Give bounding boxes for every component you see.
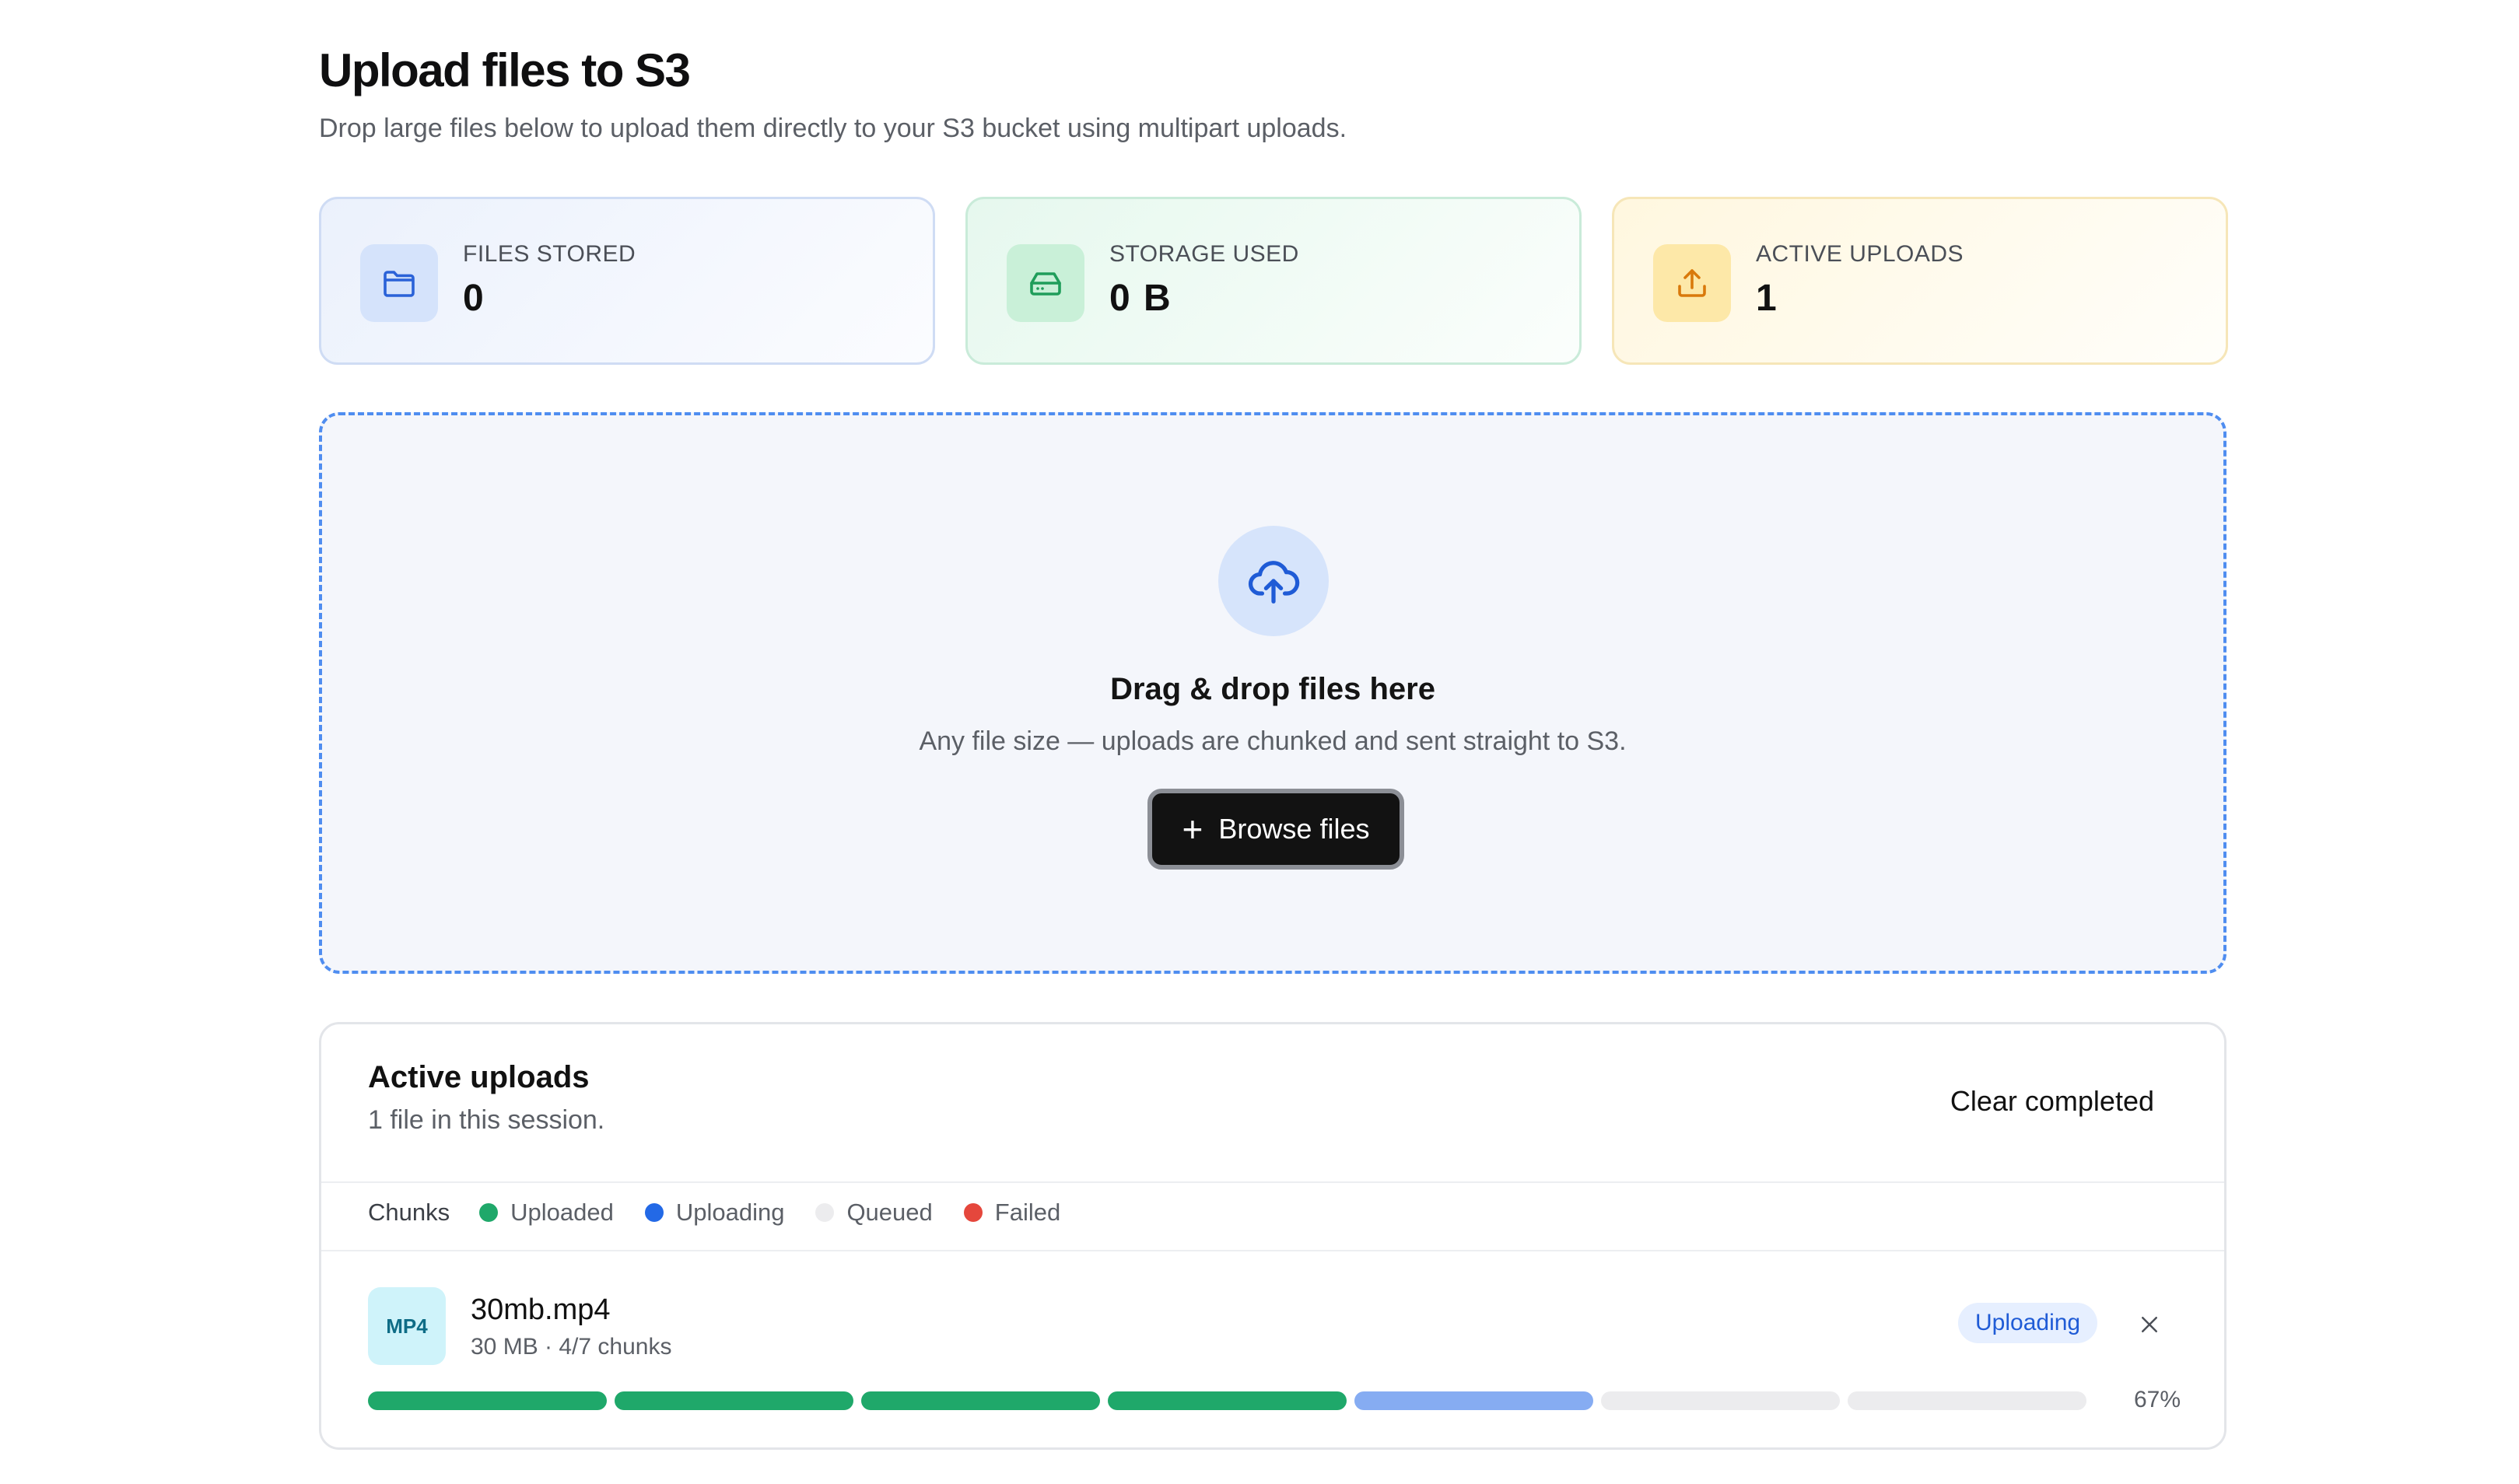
stat-label: FILES STORED	[463, 241, 636, 267]
stat-value: 0 B	[1109, 278, 1172, 319]
file-type-badge: MP4	[368, 1287, 446, 1365]
chunks-legend: Chunks Uploaded Uploading Queued Failed	[368, 1197, 1091, 1228]
page-title: Upload files to S3	[319, 44, 691, 96]
dropzone-subtitle: Any file size — uploads are chunked and …	[919, 726, 1627, 756]
hard-drive-icon	[1007, 244, 1084, 322]
browse-files-button[interactable]: + Browse files	[1147, 789, 1404, 870]
chunk-segment-queued	[1848, 1391, 2086, 1410]
browse-files-label: Browse files	[1218, 813, 1370, 845]
stat-label: ACTIVE UPLOADS	[1756, 241, 1964, 267]
stat-value: 1	[1756, 278, 1778, 319]
chunk-segment-uploading	[1354, 1391, 1593, 1410]
file-meta: 30 MB · 4/7 chunks	[471, 1334, 672, 1360]
legend-item-queued: Queued	[815, 1199, 933, 1227]
legend-label: Queued	[846, 1199, 933, 1226]
chunk-segment-uploaded	[615, 1391, 853, 1410]
chunk-segment-uploaded	[861, 1391, 1100, 1410]
folder-icon	[360, 244, 438, 322]
legend-item-uploaded: Uploaded	[479, 1199, 614, 1227]
divider	[321, 1181, 2224, 1183]
dropzone-title: Drag & drop files here	[1110, 672, 1435, 706]
chunk-segment-queued	[1601, 1391, 1840, 1410]
chunk-progress-bar	[368, 1391, 2086, 1410]
plus-icon: +	[1182, 809, 1203, 849]
failed-dot	[963, 1203, 983, 1222]
status-badge: Uploading	[1958, 1303, 2098, 1343]
uploaded-dot	[479, 1203, 499, 1222]
page-subtitle: Drop large files below to upload them di…	[319, 114, 1347, 143]
close-icon[interactable]	[2134, 1309, 2165, 1340]
upload-page: Upload files to S3 Drop large files belo…	[0, 0, 2519, 1484]
legend-item-uploading: Uploading	[644, 1199, 785, 1227]
stat-label: STORAGE USED	[1109, 241, 1299, 267]
stat-card-active-uploads: ACTIVE UPLOADS 1	[1612, 197, 2228, 365]
legend-label: Failed	[994, 1199, 1061, 1226]
file-dropzone[interactable]: Drag & drop files here Any file size — u…	[319, 412, 2226, 974]
stat-card-storage-used: STORAGE USED 0 B	[965, 197, 1582, 365]
stat-card-files-stored: FILES STORED 0	[319, 197, 935, 365]
stat-value: 0	[463, 278, 485, 319]
upload-icon	[1653, 244, 1731, 322]
active-uploads-panel: Active uploads 1 file in this session. C…	[319, 1022, 2226, 1450]
upload-percent: 67%	[2133, 1387, 2181, 1412]
panel-subtitle: 1 file in this session.	[368, 1105, 605, 1135]
legend-title: Chunks	[368, 1199, 450, 1226]
legend-label: Uploaded	[510, 1199, 614, 1226]
clear-completed-button[interactable]: Clear completed	[1950, 1085, 2154, 1118]
divider	[321, 1250, 2224, 1251]
legend-item-failed: Failed	[963, 1199, 1061, 1227]
chunk-segment-uploaded	[368, 1391, 607, 1410]
panel-title: Active uploads	[368, 1060, 590, 1094]
queued-dot	[815, 1203, 835, 1222]
uploading-dot	[644, 1203, 664, 1222]
file-name: 30mb.mp4	[471, 1293, 611, 1326]
cloud-upload-icon	[1218, 526, 1329, 636]
legend-label: Uploading	[675, 1199, 785, 1226]
chunk-segment-uploaded	[1108, 1391, 1347, 1410]
